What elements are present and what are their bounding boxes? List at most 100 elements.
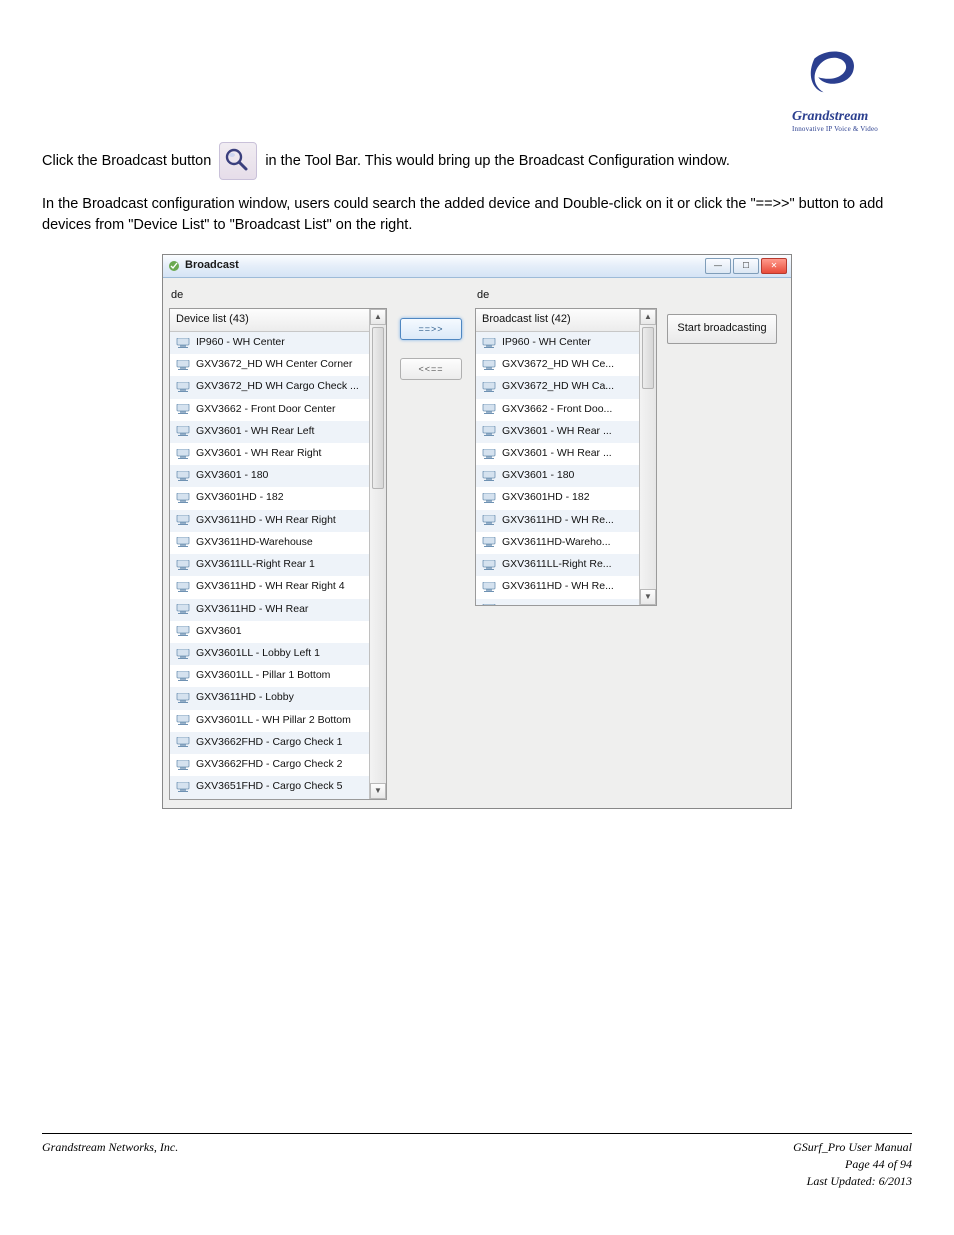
broadcast-list[interactable]: Broadcast list (42) IP960 - WH Center GXV… [475, 308, 657, 606]
footer-doc-title: GSurf_Pro User Manual [793, 1140, 912, 1155]
paragraph-2: In the Broadcast configuration window, u… [42, 194, 912, 236]
device-icon [176, 338, 190, 348]
list-item-label: GXV3601 - WH Rear ... [502, 424, 612, 439]
device-icon [176, 737, 190, 747]
app-icon [167, 259, 181, 273]
list-item-label: GXV3601HD - 182 [502, 490, 590, 505]
device-icon [176, 671, 190, 681]
list-item[interactable]: GXV3601LL - Lobby Left 1 [170, 643, 369, 665]
device-icon [482, 338, 496, 348]
list-item[interactable]: GXV3672_HD WH Center Corner [170, 354, 369, 376]
list-item[interactable]: GXV3611HD - WH Rear Right 4 [170, 576, 369, 598]
device-icon [482, 515, 496, 525]
window-title: Broadcast [185, 258, 705, 274]
list-item[interactable]: GXV3601 - 180 [476, 465, 639, 487]
device-icon [482, 404, 496, 414]
list-item-label: GXV3601 [196, 624, 242, 639]
list-item-label: GXV3662 - Front Doo... [502, 402, 612, 417]
list-item-label: GXV3601 - 180 [502, 468, 574, 483]
device-icon [176, 493, 190, 503]
scroll-up-icon[interactable]: ▲ [640, 309, 656, 325]
maximize-button[interactable]: ☐ [733, 258, 759, 274]
device-icon [482, 560, 496, 570]
device-icon [176, 449, 190, 459]
device-list[interactable]: Device list (43) IP960 - WH CenterGXV367… [169, 308, 387, 800]
list-item[interactable]: GXV3611HD - WH Rear [170, 599, 369, 621]
scroll-down-icon[interactable]: ▼ [640, 589, 656, 605]
list-item-label: GXV3651FHD - Cargo Check 5 [196, 779, 342, 794]
device-icon [176, 715, 190, 725]
list-item-label: GXV3611HD - WH Re... [502, 579, 614, 594]
list-item-label: IP960 - WH Center [502, 335, 591, 350]
brand-tagline: Innovative IP Voice & Video [792, 125, 912, 133]
list-item[interactable]: GXV3601 - WH Rear Left [170, 421, 369, 443]
list-item-label: GXV3611HD - WH Rear [196, 602, 308, 617]
list-item[interactable]: GXV3672_HD WH Ca... [476, 376, 639, 398]
device-icon [176, 760, 190, 770]
page-footer: Grandstream Networks, Inc. GSurf_Pro Use… [42, 1133, 912, 1189]
list-item[interactable]: IP960 - WH Center [170, 332, 369, 354]
list-item[interactable]: GXV3611HD - WH Rear Right [170, 510, 369, 532]
device-icon [176, 649, 190, 659]
scroll-thumb[interactable] [642, 327, 654, 389]
scroll-thumb[interactable] [372, 327, 384, 489]
list-item[interactable]: GXV3662FHD - Cargo Check 1 [170, 732, 369, 754]
device-icon [482, 471, 496, 481]
list-item[interactable]: GXV3601 - WH Rear ... [476, 443, 639, 465]
minimize-button[interactable]: — [705, 258, 731, 274]
scroll-down-icon[interactable]: ▼ [370, 783, 386, 799]
device-icon [482, 582, 496, 592]
list-item[interactable]: GXV3601 - WH Rear ... [476, 421, 639, 443]
device-icon [482, 493, 496, 503]
list-item-label: GXV3672_HD WH Ce... [502, 357, 614, 372]
list-item-label: GXV3662FHD - Cargo Check 1 [196, 735, 342, 750]
list-item-label: GXV3611LL-Right Re... [502, 557, 612, 572]
list-item[interactable]: GXV3662 - Front Door Center [170, 399, 369, 421]
list-item[interactable]: GXV3611LL-Right Rear 1 [170, 554, 369, 576]
list-item[interactable]: IP960 - WH Center [476, 332, 639, 354]
add-to-broadcast-button[interactable]: ==>> [400, 318, 462, 340]
titlebar: Broadcast — ☐ ✕ [163, 255, 791, 278]
list-item[interactable]: GXV3651FHD - Cargo Check 5 [170, 776, 369, 798]
list-item[interactable]: GXV3672_HD WH Cargo Check ... [170, 376, 369, 398]
list-item-label: GXV3601 - WH Rear ... [502, 446, 612, 461]
list-item[interactable]: GXV3611HD-Wareho... [476, 532, 639, 554]
device-icon [176, 782, 190, 792]
remove-from-broadcast-button[interactable]: <<== [400, 358, 462, 380]
list-item[interactable]: GXV3611HD - Lobby [170, 687, 369, 709]
list-item[interactable]: GXV3601 [170, 621, 369, 643]
start-broadcasting-button[interactable]: Start broadcasting [667, 314, 777, 344]
list-item-label: GXV3611HD - WH Rear Right 4 [196, 579, 345, 594]
device-icon [482, 382, 496, 392]
list-item[interactable]: GXV3611LL-Right Re... [476, 554, 639, 576]
list-item[interactable]: GXV3601LL - Pillar 1 Bottom [170, 665, 369, 687]
broadcast-list-scrollbar[interactable]: ▲ ▼ [639, 309, 656, 605]
list-item[interactable]: GXV3662FHD - Cargo Check 2 [170, 754, 369, 776]
list-item-label: GXV3601 - WH Rear Right [196, 446, 321, 461]
list-item[interactable]: GXV3611HD - WH Re... [476, 510, 639, 532]
device-icon [176, 693, 190, 703]
list-item-label: GXV3672_HD WH Cargo Check ... [196, 379, 359, 394]
broadcast-list-header: Broadcast list (42) [476, 309, 639, 332]
list-item[interactable]: GXV3672_HD WH Ce... [476, 354, 639, 376]
device-icon [176, 404, 190, 414]
device-icon [176, 582, 190, 592]
list-item[interactable]: GXV3601LL - WH Pillar 2 Bottom [170, 710, 369, 732]
footer-updated: Last Updated: 6/2013 [42, 1174, 912, 1189]
list-item[interactable]: GXV3611HD - WH Re... [476, 599, 639, 605]
list-item[interactable]: GXV3611HD-Warehouse [170, 532, 369, 554]
broadcast-magnifier-icon [219, 142, 257, 180]
list-item-label: GXV3611HD-Warehouse [196, 535, 313, 550]
list-item[interactable]: GXV3601 - WH Rear Right [170, 443, 369, 465]
list-item[interactable]: GXV3601HD - 182 [170, 487, 369, 509]
device-icon [176, 382, 190, 392]
scroll-up-icon[interactable]: ▲ [370, 309, 386, 325]
list-item[interactable]: GXV3601HD - 182 [476, 487, 639, 509]
list-item[interactable]: GXV3611HD - WH Re... [476, 576, 639, 598]
list-item[interactable]: GXV3662 - Front Doo... [476, 399, 639, 421]
list-item-label: GXV3601LL - Pillar 1 Bottom [196, 668, 330, 683]
list-item-label: GXV3662 - Front Door Center [196, 402, 335, 417]
list-item[interactable]: GXV3601 - 180 [170, 465, 369, 487]
close-button[interactable]: ✕ [761, 258, 787, 274]
device-list-scrollbar[interactable]: ▲ ▼ [369, 309, 386, 799]
